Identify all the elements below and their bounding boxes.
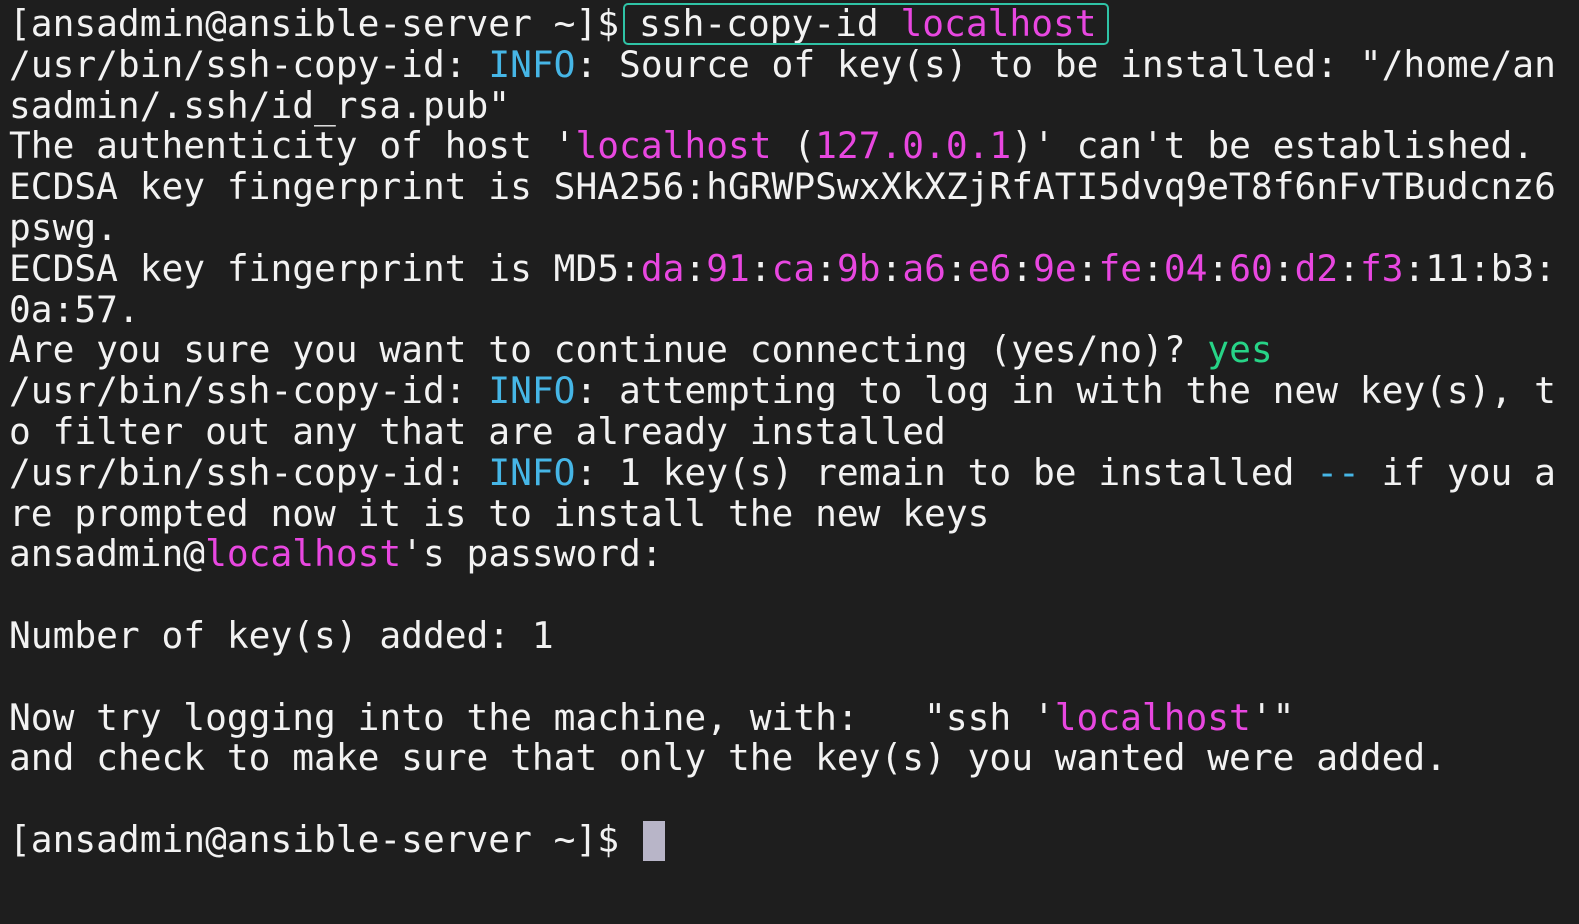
terminal-text: Now try logging into the machine, with: … [9,695,1055,739]
terminal-text: d2 [1294,246,1339,290]
terminal-text: 91 [706,246,750,290]
terminal-text: )' can't be established. [1011,124,1535,168]
terminal-text: [ansadmin@ansible-server ~]$ [9,2,620,45]
terminal-line: re prompted now it is to install the new… [9,491,1579,535]
terminal-text: -- [1316,450,1360,494]
terminal-text: : [1076,246,1099,290]
terminal-text: ECDSA key fingerprint is SHA256:hGRWPSwx… [9,165,1556,209]
terminal-text: 60 [1229,246,1273,290]
terminal-text: ansadmin@ [9,532,206,576]
terminal-line: The authenticity of host 'localhost (127… [9,124,1579,168]
terminal-text: : Source of key(s) to be installed: "/ho… [575,42,1556,86]
terminal-text: re prompted now it is to install the new… [9,491,990,535]
terminal-text: sadmin/.ssh/id_rsa.pub" [9,83,511,127]
terminal-line: Now try logging into the machine, with: … [9,695,1579,739]
terminal-text: yes [1207,328,1273,372]
terminal-text: fe [1098,246,1143,290]
terminal-text: : [945,246,968,290]
command-highlight-box: ssh-copy-id localhost [623,2,1109,45]
command-text: ssh-copy-id [639,2,901,45]
terminal-line: [ansadmin@ansible-server ~]$ ssh-copy-id … [9,2,1579,45]
terminal-text: : 1 key(s) remain to be installed [575,450,1317,494]
terminal-text: : [1011,246,1034,290]
terminal-text: '" [1250,695,1295,739]
terminal-line: and check to make sure that only the key… [9,736,1579,780]
terminal-text: o filter out any that are already instal… [9,409,946,453]
terminal-text: ECDSA key fingerprint is MD5: [9,246,641,290]
terminal-text: : [1142,246,1164,290]
terminal-text: and check to make sure that only the key… [9,736,1447,780]
terminal-text: if you a [1359,450,1556,494]
terminal-text: 127.0.0.1 [815,124,1012,168]
terminal-line: ECDSA key fingerprint is MD5:da:91:ca:9b… [9,246,1579,290]
terminal-text: /usr/bin/ssh-copy-id: [9,42,489,86]
terminal-text: INFO [488,42,576,86]
terminal-text: INFO [488,369,576,413]
terminal-text: :11:b3: [1403,246,1557,290]
terminal-text: : [1207,246,1230,290]
terminal-text: da [640,246,685,290]
command-text: localhost [900,2,1097,45]
terminal-text: : attempting to log in with the new key(… [575,369,1556,413]
terminal-text: localhost [1054,695,1251,739]
terminal-text: : [815,246,837,290]
terminal-text: 's password: [401,532,663,576]
terminal-text: /usr/bin/ssh-copy-id: [9,450,489,494]
terminal-text: 0a:57. [9,287,140,331]
terminal-text: 9b [836,246,881,290]
terminal-text: localhost [205,532,402,576]
terminal-text: INFO [488,450,576,494]
terminal-text: : [1272,246,1295,290]
terminal-line: Are you sure you want to continue connec… [9,328,1579,372]
terminal-line: ansadmin@localhost's password: [9,532,1579,576]
terminal-text: e6 [967,246,1012,290]
terminal-text: [ansadmin@ansible-server ~]$ [9,817,641,861]
terminal-line: /usr/bin/ssh-copy-id: INFO: 1 key(s) rem… [9,450,1579,494]
terminal-line: o filter out any that are already instal… [9,409,1579,453]
terminal-text: : [880,246,903,290]
terminal-text: : [1338,246,1360,290]
terminal-text: a6 [902,246,946,290]
terminal-line: 0a:57. [9,287,1579,331]
terminal-text: 9e [1033,246,1077,290]
terminal-text: : [684,246,707,290]
terminal-text: The authenticity of host ' [9,124,576,168]
terminal-output[interactable]: [ansadmin@ansible-server ~]$ ssh-copy-id … [0,0,1579,924]
terminal-text: Number of key(s) added: 1 [9,613,554,657]
terminal-line: /usr/bin/ssh-copy-id: INFO: attempting t… [9,369,1579,413]
terminal-line: pswg. [9,205,1579,249]
terminal-line: /usr/bin/ssh-copy-id: INFO: Source of ke… [9,42,1579,86]
terminal-text: 04 [1163,246,1208,290]
terminal-line: [ansadmin@ansible-server ~]$ [9,817,1579,861]
terminal-text: pswg. [9,205,118,249]
terminal-line: ECDSA key fingerprint is SHA256:hGRWPSwx… [9,165,1579,209]
terminal-text: /usr/bin/ssh-copy-id: [9,369,489,413]
terminal-text: localhost [575,124,772,168]
terminal-text: f3 [1359,246,1404,290]
terminal-text: Are you sure you want to continue connec… [9,328,1208,372]
terminal-text: ca [771,246,816,290]
terminal-line: Number of key(s) added: 1 [9,613,1579,657]
terminal-line: sadmin/.ssh/id_rsa.pub" [9,83,1579,127]
terminal-text: ( [771,124,816,168]
terminal-text: : [749,246,772,290]
terminal-cursor [642,820,665,861]
